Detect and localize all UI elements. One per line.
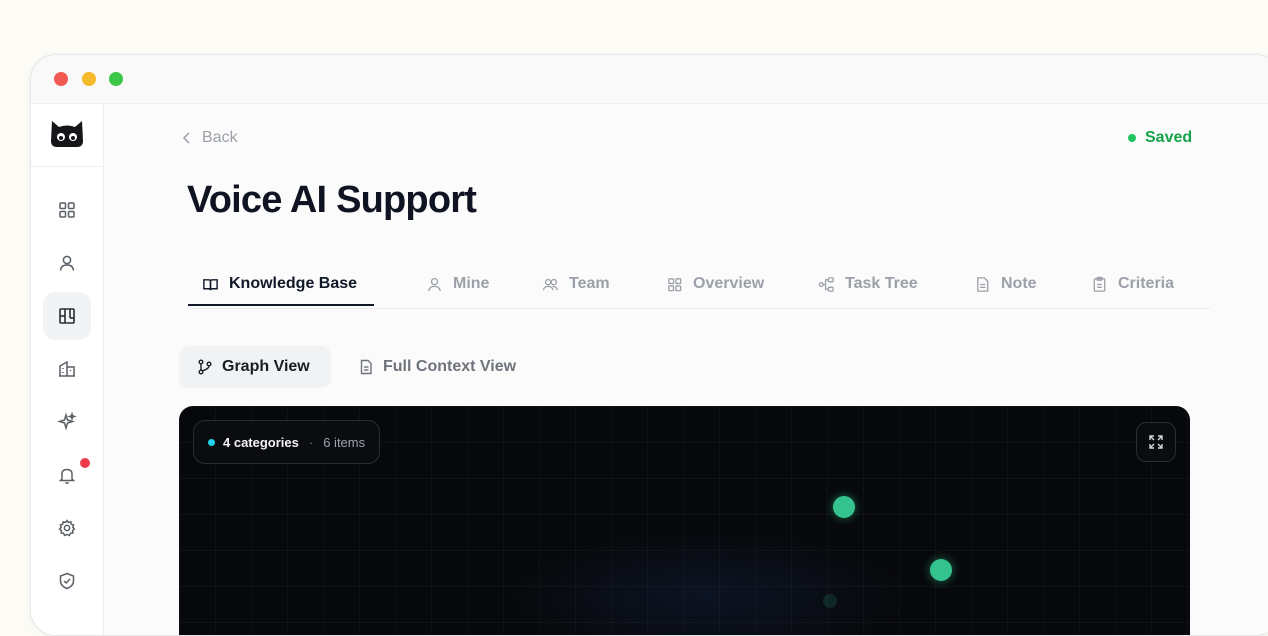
tab-team[interactable]: Team [542, 262, 610, 306]
maximize-window-button[interactable] [109, 72, 123, 86]
sidebar-item-dashboard[interactable] [43, 186, 91, 234]
graph-node[interactable] [823, 594, 837, 608]
tab-overview[interactable]: Overview [666, 262, 764, 306]
sparkle-icon [57, 412, 77, 431]
full-context-view-button[interactable]: Full Context View [342, 346, 516, 388]
gear-icon [58, 519, 76, 537]
app-window: Back Saved Voice AI Support Knowledge Ba… [30, 54, 1268, 636]
users-icon [542, 278, 559, 290]
clipboard-icon [1093, 276, 1106, 292]
save-status: Saved [1128, 129, 1192, 147]
sidebar-item-organization[interactable] [43, 345, 91, 393]
tab-knowledge-base[interactable]: Knowledge Base [202, 262, 357, 306]
tab-label: Criteria [1118, 275, 1175, 292]
user-icon [59, 255, 75, 271]
tab-mine[interactable]: Mine [426, 262, 489, 306]
tree-icon [818, 276, 834, 292]
status-dot [1128, 134, 1136, 142]
save-status-label: Saved [1145, 129, 1193, 146]
page-title: Voice AI Support [187, 179, 477, 221]
knowledge-graph-canvas[interactable]: 4 categories · 6 items [179, 406, 1190, 635]
view-label: Graph View [222, 358, 310, 375]
view-label: Full Context View [383, 358, 517, 375]
chevron-left-icon [182, 132, 190, 144]
shield-check-icon [59, 572, 75, 590]
active-tab-indicator [188, 304, 374, 306]
tab-label: Overview [693, 275, 765, 292]
minimize-window-button[interactable] [82, 72, 96, 86]
items-count: 6 items [323, 434, 366, 450]
document-icon [360, 359, 372, 375]
categories-count: 4 categories [223, 434, 299, 450]
sidebar-item-notifications[interactable] [43, 451, 91, 499]
category-dot [208, 438, 215, 446]
file-icon [977, 276, 989, 292]
tab-bar: Knowledge Base Mine Team Overview Task T… [188, 262, 1210, 309]
logo-area [31, 104, 103, 167]
title-bar [31, 55, 1268, 104]
tab-label: Mine [453, 275, 490, 292]
sidebar-item-projects[interactable] [43, 292, 91, 340]
grid-icon [59, 202, 75, 218]
graph-summary-pill: 4 categories · 6 items [193, 420, 381, 464]
bell-icon [58, 468, 76, 484]
tab-label: Knowledge Base [229, 275, 358, 292]
graph-glow [499, 526, 919, 635]
graph-node[interactable] [930, 559, 952, 581]
expand-button[interactable] [1136, 422, 1176, 462]
separator: · [308, 434, 314, 450]
building-icon [59, 360, 75, 377]
main-content: Back Saved Voice AI Support Knowledge Ba… [104, 104, 1268, 635]
tab-task-tree[interactable]: Task Tree [818, 262, 918, 306]
sidebar-item-profile[interactable] [43, 239, 91, 287]
back-link[interactable]: Back [180, 129, 238, 147]
graph-node[interactable] [833, 496, 855, 518]
cat-logo-icon[interactable] [49, 117, 85, 149]
sidebar-item-settings[interactable] [43, 504, 91, 552]
book-open-icon [203, 278, 218, 290]
branch-icon [198, 359, 212, 375]
expand-icon [1149, 435, 1163, 449]
sidebar-item-security[interactable] [43, 557, 91, 605]
tab-label: Team [569, 275, 610, 292]
tab-criteria[interactable]: Criteria [1091, 262, 1174, 306]
board-icon [59, 308, 75, 324]
tab-label: Note [1001, 275, 1037, 292]
graph-view-button[interactable]: Graph View [179, 346, 331, 388]
grid-icon [668, 277, 682, 291]
close-window-button[interactable] [54, 72, 68, 86]
user-icon [428, 277, 441, 291]
sidebar [31, 104, 104, 635]
sidebar-item-ai[interactable] [43, 398, 91, 446]
notification-badge [80, 458, 90, 468]
tab-note[interactable]: Note [974, 262, 1037, 306]
tab-label: Task Tree [845, 275, 918, 292]
back-label: Back [202, 129, 238, 146]
